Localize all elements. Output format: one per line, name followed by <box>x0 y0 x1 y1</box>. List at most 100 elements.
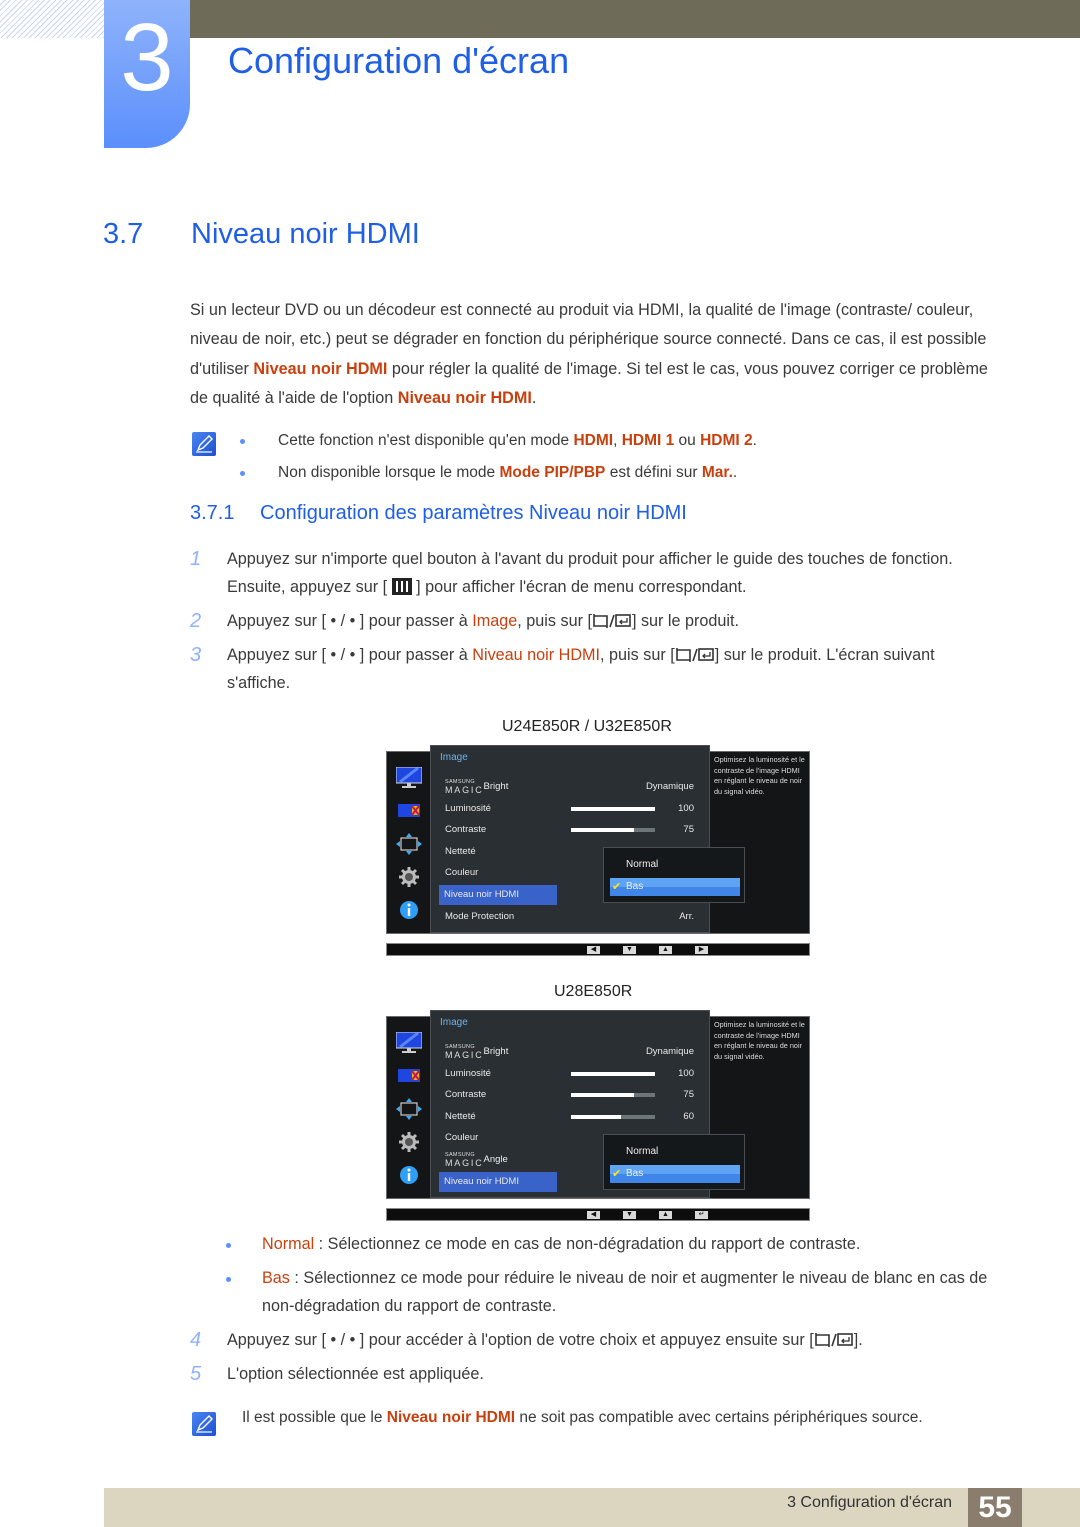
footer-chapter-label: 3 Configuration d'écran <box>787 1494 952 1511</box>
slider-fill <box>571 1114 622 1119</box>
osd-menu-item[interactable]: Niveau noir HDMI <box>439 885 557 905</box>
osd-menu-item[interactable]: Contraste 75 <box>440 820 698 840</box>
key-glyph: ▼ <box>626 1211 633 1218</box>
dropdown-option-normal[interactable]: Normal <box>610 856 740 874</box>
dropdown-option-normal[interactable]: Normal <box>610 1143 740 1161</box>
step-text: Appuyez sur [ • / • ] pour passer à Imag… <box>227 608 990 636</box>
model-label: U24E850R / U32E850R <box>502 718 672 735</box>
note-text: Cette fonction n'est disponible qu'en mo… <box>278 432 574 449</box>
down-key-icon[interactable]: ▼ <box>623 946 636 954</box>
osd-menu-item[interactable]: SAMSUNG MAGICBright Dynamique <box>440 1042 698 1062</box>
option-name: Normal <box>262 1235 315 1253</box>
settings-gear-icon[interactable] <box>396 866 422 888</box>
slider-track[interactable] <box>571 828 655 833</box>
note-highlight: Mode PIP/PBP <box>499 464 606 481</box>
header-bar <box>190 0 1080 38</box>
picture-color-icon[interactable] <box>396 800 422 822</box>
up-key-icon[interactable]: ▲ <box>659 946 672 954</box>
chapter-number-block: 3 <box>104 0 190 148</box>
osd-menu-item[interactable]: Luminosité 100 <box>440 1064 698 1084</box>
settings-gear-icon[interactable] <box>396 1131 422 1153</box>
slider-track[interactable] <box>571 1071 655 1076</box>
step-2: 2 Appuyez sur [ • / • ] pour passer à Im… <box>190 608 990 636</box>
step-number: 1 <box>190 548 202 570</box>
slider-fill <box>571 1093 634 1098</box>
osd-category-title: Image <box>440 752 468 763</box>
option-label: Bas <box>626 881 644 892</box>
osd-menu-item[interactable]: Niveau noir HDMI <box>439 1171 557 1192</box>
slider-track[interactable] <box>571 806 655 811</box>
step-1: 1 Appuyez sur n'importe quel bouton à l'… <box>190 546 990 601</box>
osd-help-text: Optimisez la luminosité et le contraste … <box>714 1020 805 1061</box>
right-key-icon[interactable]: ▶ <box>695 946 708 954</box>
left-key-icon[interactable]: ◀ <box>587 1211 600 1219</box>
magic-brand-bottom: MAGIC <box>445 1050 484 1060</box>
slider-fill <box>571 1071 655 1076</box>
note-highlight: HDMI <box>573 432 614 449</box>
osd-menu-panel: Image SAMSUNG MAGICBright Dynamique Luminosi… <box>430 745 745 933</box>
step-text-part: ] pour afficher l'écran de menu correspo… <box>411 577 747 596</box>
slider-track[interactable] <box>571 1093 655 1098</box>
key-guide-bar: ◀ ▼ ▲ ▶ <box>386 943 810 956</box>
left-key-icon[interactable]: ◀ <box>587 946 600 954</box>
dropdown-option-bas[interactable]: ✔ Bas <box>610 878 740 896</box>
size-position-icon[interactable] <box>396 833 422 855</box>
osd-menu-item[interactable]: Contraste 75 <box>440 1085 698 1105</box>
step-number: 3 <box>190 644 202 666</box>
key-glyph: ◀ <box>590 1211 597 1218</box>
osd-menu-item[interactable]: Luminosité 100 <box>440 799 698 819</box>
intro-highlight: Niveau noir HDMI <box>253 359 388 378</box>
monitor-icon[interactable] <box>395 766 423 789</box>
key-guide-bar: ◀ ▼ ▲ ↵ <box>386 1208 810 1221</box>
key-glyph: ↵ <box>698 1211 705 1218</box>
monitor-icon[interactable] <box>395 1031 423 1054</box>
info-icon[interactable] <box>396 1164 422 1186</box>
menu-item-label: Couleur <box>445 867 479 879</box>
model-label: U28E850R <box>554 983 633 1000</box>
picture-color-icon[interactable] <box>396 1065 422 1087</box>
note-text: ou <box>674 432 701 449</box>
enter-key-icon[interactable]: ↵ <box>695 1211 708 1219</box>
step-3: 3 Appuyez sur [ • / • ] pour passer à Ni… <box>190 642 990 697</box>
option-dropdown: Normal ✔ Bas <box>603 847 745 903</box>
checkmark-icon: ✔ <box>612 1167 622 1180</box>
key-glyph: ▶ <box>698 946 705 953</box>
option-desc: : Sélectionnez ce mode en cas de non-dég… <box>314 1235 861 1253</box>
osd-menu-item[interactable]: SAMSUNG MAGICBright Dynamique <box>440 777 698 797</box>
menu-item-label: Bright <box>483 781 509 792</box>
note-pencil-icon <box>192 432 216 456</box>
step-number: 5 <box>190 1363 202 1385</box>
source-enter-icon <box>675 648 714 662</box>
step-text-part: Appuyez sur [ • / • ] pour passer à <box>227 646 473 664</box>
bullet-icon <box>226 1243 231 1248</box>
step-highlight: Image <box>472 612 518 630</box>
intro-text: . <box>531 389 537 408</box>
intro-paragraph: Si un lecteur DVD ou un décodeur est con… <box>190 296 990 414</box>
header-hatch-decoration <box>0 0 104 38</box>
menu-item-label: Mode Protection <box>445 910 515 922</box>
note-text: . <box>752 432 757 449</box>
menu-item-label: Contraste <box>445 1089 487 1101</box>
note-text: ne soit pas compatible avec certains pér… <box>515 1409 923 1426</box>
menu-item-label: Netteté <box>445 1110 476 1122</box>
note-text: , <box>613 432 622 449</box>
step-text-part: ] sur le produit. <box>631 612 740 630</box>
checkmark-icon: ✔ <box>612 881 622 893</box>
slider-track[interactable] <box>571 1114 655 1119</box>
osd-category-title: Image <box>440 1017 468 1028</box>
size-position-icon[interactable] <box>396 1098 422 1120</box>
osd-menu-item[interactable]: Mode Protection Arr. <box>440 907 698 927</box>
up-key-icon[interactable]: ▲ <box>659 1211 672 1219</box>
menu-item-value: 75 <box>683 1089 694 1101</box>
step-text-part: ]. <box>853 1331 863 1349</box>
subsection-title-text: Configuration des paramètres Niveau noir… <box>260 502 687 524</box>
option-name: Bas <box>262 1269 290 1287</box>
key-glyph: ▼ <box>626 946 633 953</box>
menu-item-value: 75 <box>683 824 694 836</box>
slider-fill <box>571 806 655 811</box>
note-highlight: Mar. <box>701 464 733 481</box>
osd-menu-item[interactable]: Netteté 60 <box>440 1107 698 1127</box>
dropdown-option-bas[interactable]: ✔ Bas <box>610 1164 740 1183</box>
down-key-icon[interactable]: ▼ <box>623 1211 636 1219</box>
info-icon[interactable] <box>396 899 422 921</box>
